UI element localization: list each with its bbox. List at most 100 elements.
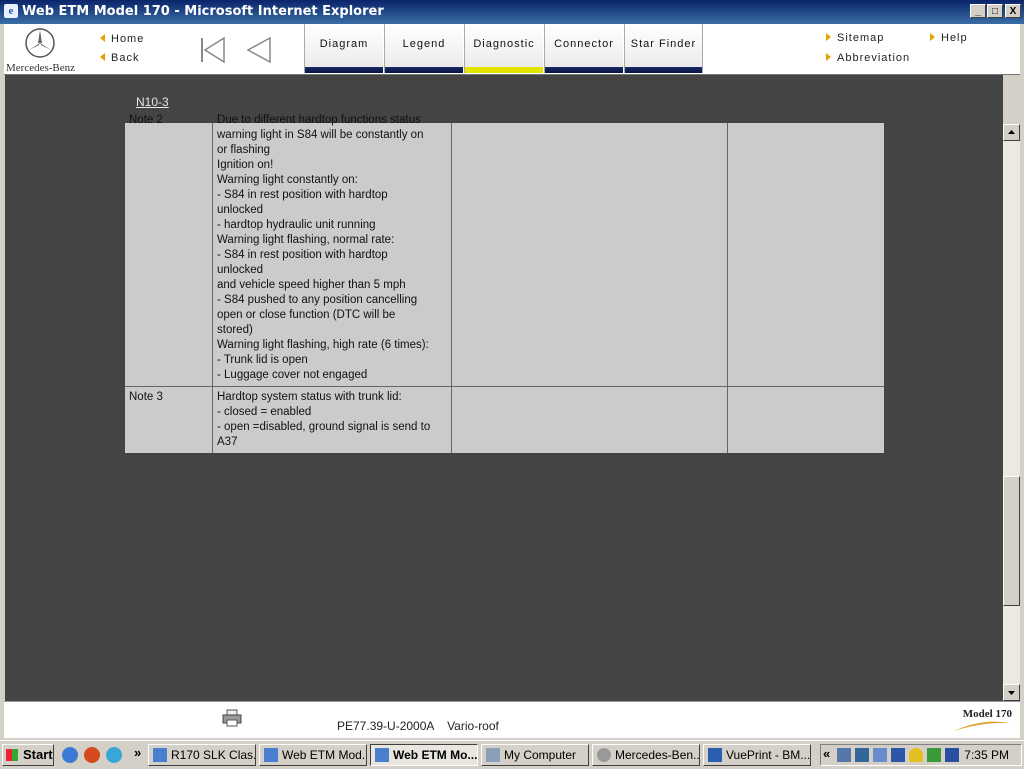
tab-indicator — [625, 67, 702, 73]
task-label: My Computer — [504, 748, 577, 762]
taskbar-button-web-etm-2[interactable]: Web ETM Mo... — [370, 744, 478, 766]
network-icon[interactable] — [837, 748, 851, 762]
monitor-icon[interactable] — [855, 748, 869, 762]
first-page-icon[interactable] — [196, 36, 228, 64]
taskbar-button-vueprint[interactable]: VuePrint - BM... — [703, 744, 811, 766]
help-link[interactable]: Help — [930, 32, 968, 44]
start-label: Start — [23, 747, 53, 762]
close-button[interactable]: X — [1005, 4, 1021, 18]
text-line: - S84 in rest position with hardtop — [217, 189, 388, 201]
ie-icon — [264, 748, 278, 762]
text-line: warning light in S84 will be constantly … — [217, 129, 424, 141]
right-arrow-icon — [826, 33, 831, 41]
display-icon[interactable] — [873, 748, 887, 762]
tab-legend[interactable]: Legend — [384, 24, 463, 73]
ie-quicklaunch-icon[interactable] — [62, 747, 78, 763]
table-row-text: Due to different hardtop functions statu… — [217, 113, 449, 383]
tab-indicator — [385, 67, 463, 73]
ie-icon: e — [4, 4, 18, 18]
help-label: Help — [941, 32, 968, 44]
tab-label: Diagnostic — [473, 38, 535, 50]
system-tray: « 7:35 PM — [820, 744, 1022, 766]
sitemap-label: Sitemap — [837, 32, 885, 44]
text-line: open or close function (DTC will be — [217, 309, 396, 321]
table-divider — [727, 123, 728, 453]
text-line: - Luggage cover not engaged — [217, 369, 368, 381]
home-label: Home — [111, 33, 145, 45]
document-id: PE77.39-U-2000A Vario-roof — [337, 719, 499, 733]
text-line: - S84 in rest position with hardtop — [217, 249, 388, 261]
media-quicklaunch-icon[interactable] — [84, 747, 100, 763]
printer-icon[interactable] — [222, 709, 242, 727]
windows-logo-icon — [6, 749, 18, 761]
text-line: Hardtop system status with trunk lid: — [217, 391, 402, 403]
sitemap-link[interactable]: Sitemap — [826, 32, 884, 44]
volume-icon[interactable] — [891, 748, 905, 762]
text-line: - open =disabled, ground signal is send … — [217, 421, 431, 433]
scroll-thumb[interactable] — [1003, 476, 1020, 606]
tab-star-finder[interactable]: Star Finder — [624, 24, 703, 73]
home-link[interactable]: Home — [100, 33, 144, 45]
task-label: VuePrint - BM... — [726, 748, 811, 762]
mercedes-star-icon — [597, 748, 611, 762]
text-line: - S84 pushed to any position cancelling — [217, 294, 418, 306]
task-label: R170 SLK Clas... — [171, 748, 256, 762]
antivirus-icon[interactable] — [927, 748, 941, 762]
scroll-down-button[interactable] — [1003, 684, 1020, 701]
table-divider — [451, 123, 452, 453]
ie-icon — [375, 748, 389, 762]
taskbar-button-mercedes[interactable]: Mercedes-Ben... — [592, 744, 700, 766]
tab-label: Diagram — [319, 38, 369, 50]
text-line: and vehicle speed higher than 5 mph — [217, 279, 406, 291]
bluetooth-icon[interactable] — [945, 748, 959, 762]
start-button[interactable]: Start — [2, 744, 54, 766]
content-pane: N10-3 Note 2 Due to different hardtop fu… — [5, 75, 1003, 701]
tab-diagnostic[interactable]: Diagnostic — [464, 24, 543, 73]
notes-table: Note 2 Due to different hardtop function… — [125, 114, 884, 453]
text-line: Due to different hardtop functions statu… — [217, 114, 421, 126]
breadcrumb[interactable]: N10-3 — [136, 95, 169, 109]
window-title-bar[interactable]: e Web ETM Model 170 - Microsoft Internet… — [0, 0, 1024, 24]
clock[interactable]: 7:35 PM — [964, 748, 1009, 762]
tab-label: Legend — [402, 38, 446, 50]
table-row-text: Hardtop system status with trunk lid: - … — [217, 390, 451, 450]
brand-name: Mercedes-Benz — [6, 62, 76, 74]
maximize-button[interactable]: □ — [987, 4, 1003, 18]
text-line: unlocked — [217, 264, 264, 276]
text-line: unlocked — [217, 204, 264, 216]
tray-collapse-button[interactable]: « — [823, 746, 830, 761]
table-row-label: Note 3 — [129, 391, 163, 403]
right-arrow-icon — [930, 33, 935, 41]
back-link[interactable]: Back — [100, 52, 139, 64]
left-arrow-icon — [100, 34, 105, 42]
computer-icon — [486, 748, 500, 762]
taskbar-button-my-computer[interactable]: My Computer — [481, 744, 589, 766]
explorer-quicklaunch-icon[interactable] — [106, 747, 122, 763]
up-arrow-icon — [1008, 130, 1015, 134]
right-arrow-icon — [826, 53, 831, 61]
abbreviation-link[interactable]: Abbreviation — [826, 52, 910, 64]
tab-connector[interactable]: Connector — [544, 24, 623, 73]
mercedes-star-logo — [25, 28, 55, 58]
security-shield-icon[interactable] — [909, 748, 923, 762]
down-arrow-icon — [1008, 691, 1015, 695]
model-label: Model 170 — [962, 708, 1012, 720]
tab-indicator — [305, 67, 383, 73]
vueprint-icon — [708, 748, 722, 762]
previous-page-icon[interactable] — [242, 36, 274, 64]
tab-label: Star Finder — [630, 38, 697, 50]
taskbar-button-r170[interactable]: R170 SLK Clas... — [148, 744, 256, 766]
scroll-up-button[interactable] — [1003, 124, 1020, 141]
text-line: Warning light constantly on: — [217, 174, 358, 186]
taskbar-button-web-etm-1[interactable]: Web ETM Mod... — [259, 744, 367, 766]
vertical-scrollbar[interactable] — [1003, 124, 1020, 701]
text-line: - Trunk lid is open — [217, 354, 308, 366]
tab-diagram[interactable]: Diagram — [304, 24, 383, 73]
table-row-label: Note 2 — [129, 114, 163, 126]
model-swoosh-logo — [954, 721, 1010, 731]
tab-indicator — [465, 67, 543, 73]
text-line: - closed = enabled — [217, 406, 312, 418]
quicklaunch-more[interactable]: » — [134, 745, 141, 760]
minimize-button[interactable]: _ — [970, 4, 986, 18]
text-line: Warning light flashing, high rate (6 tim… — [217, 339, 429, 351]
